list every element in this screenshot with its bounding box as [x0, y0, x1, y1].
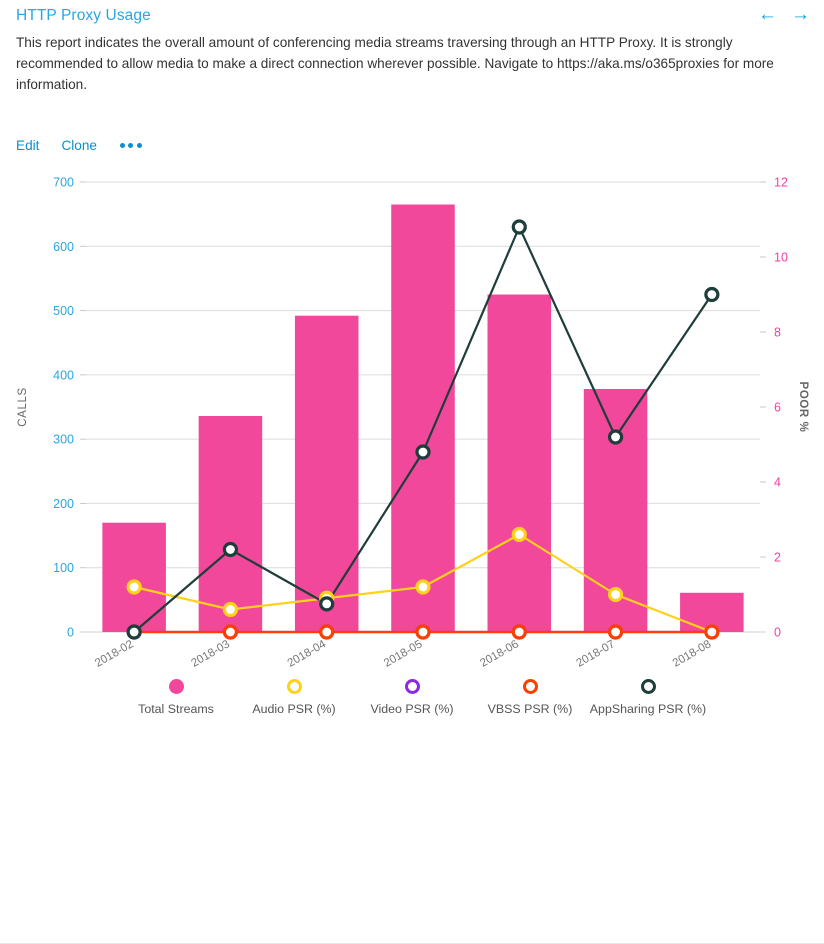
ring-circle-icon [640, 679, 656, 694]
page-title: HTTP Proxy Usage [16, 7, 151, 24]
data-point-marker[interactable] [607, 429, 624, 445]
data-point-marker[interactable] [415, 444, 431, 460]
bar[interactable] [487, 294, 552, 633]
legend-item-label: AppSharing PSR (%) [589, 702, 707, 716]
y2-axis-title: POOR % [797, 382, 809, 433]
data-point-marker[interactable] [607, 624, 624, 640]
y-axis-tick-label: 0 [67, 626, 74, 640]
data-point-marker[interactable] [222, 541, 239, 558]
edit-button[interactable]: Edit [16, 138, 39, 153]
data-point-marker[interactable] [511, 526, 527, 543]
legend-item-label: Total Streams [138, 702, 214, 716]
bar[interactable] [198, 416, 263, 632]
y-axis-tick-label: 300 [53, 433, 74, 447]
ellipsis-dot-icon [136, 142, 142, 148]
more-options-button[interactable] [119, 139, 143, 152]
legend-item[interactable]: Video PSR (%) [353, 679, 471, 716]
ring-circle-icon [404, 679, 420, 694]
data-point-marker[interactable] [415, 624, 431, 640]
legend-item-label: Video PSR (%) [370, 702, 454, 716]
ellipsis-dot-icon [128, 142, 134, 148]
bar[interactable] [391, 204, 455, 633]
bar[interactable] [102, 522, 166, 632]
bar[interactable] [294, 315, 359, 632]
x-axis-tick-label: 2018-06 [478, 638, 521, 670]
data-point-marker[interactable] [126, 579, 142, 595]
x-axis-tick-label: 2018-08 [671, 638, 714, 670]
data-point-marker[interactable] [704, 286, 720, 303]
y2-axis-tick-label: 0 [774, 626, 781, 640]
http-proxy-usage-combo-chart[interactable]: 0 100 200 300 400 500 600 700 0 2 4 6 8 10 12 CALLS POOR… [0, 171, 824, 671]
x-axis-tick-label: 2018-05 [382, 638, 425, 670]
report-description: This report indicates the overall amount… [16, 35, 774, 92]
report-header: ← → HTTP Proxy Usage This report indicat… [0, 0, 824, 95]
legend-item[interactable]: VBSS PSR (%) [471, 679, 589, 716]
forward-arrow-icon[interactable]: → [791, 5, 810, 24]
data-point-marker[interactable] [704, 624, 720, 640]
y2-axis-tick-label: 6 [774, 401, 781, 415]
data-point-marker[interactable] [222, 624, 239, 640]
data-point-marker[interactable] [319, 624, 335, 640]
legend-item-label: VBSS PSR (%) [487, 702, 573, 716]
y2-axis-tick-label: 12 [774, 176, 788, 190]
y2-axis-tick-label: 2 [774, 551, 781, 565]
y-axis-tick-label: 500 [53, 304, 74, 318]
filled-circle-icon [168, 679, 184, 694]
legend-item-label: Audio PSR (%) [252, 702, 336, 716]
y-axis-title: CALLS [17, 387, 29, 426]
legend-item[interactable]: Total Streams [117, 679, 235, 716]
http-proxy-usage-report: ← → HTTP Proxy Usage This report indicat… [0, 0, 824, 944]
data-point-marker[interactable] [415, 579, 431, 595]
legend-item[interactable]: AppSharing PSR (%) [589, 679, 707, 716]
data-point-marker[interactable] [126, 624, 142, 640]
y2-axis-tick-label: 8 [774, 326, 781, 340]
back-arrow-icon[interactable]: ← [758, 5, 777, 24]
x-axis-tick-label: 2018-02 [93, 638, 136, 670]
y-axis-tick-label: 700 [53, 176, 74, 190]
y-axis-tick-label: 100 [53, 561, 74, 575]
y-axis-tick-label: 600 [53, 240, 74, 254]
y2-axis-tick-label: 10 [774, 251, 788, 265]
data-point-marker[interactable] [511, 624, 527, 640]
y-axis-tick-label: 400 [53, 368, 74, 382]
legend-item[interactable]: Audio PSR (%) [235, 679, 353, 716]
y2-axis-tick-label: 4 [774, 476, 781, 490]
ellipsis-dot-icon [119, 142, 125, 148]
x-axis-tick-label: 2018-04 [286, 638, 329, 670]
data-point-marker[interactable] [511, 219, 527, 235]
data-point-marker[interactable] [222, 601, 239, 618]
chart-container: 0 100 200 300 400 500 600 700 0 2 4 6 8 10 12 CALLS POOR… [0, 171, 824, 944]
y-axis-tick-label: 200 [53, 497, 74, 511]
action-toolbar: Edit Clone [0, 133, 824, 157]
clone-button[interactable]: Clone [61, 138, 97, 153]
x-axis-tick-label: 2018-07 [575, 638, 618, 670]
data-point-marker[interactable] [319, 596, 335, 612]
x-axis-tick-label: 2018-03 [189, 638, 232, 670]
chart-legend: Total Streams Audio PSR (%) Video PSR (%) V… [0, 679, 824, 716]
ring-circle-icon [522, 679, 538, 694]
navigation-arrows: ← → [758, 5, 810, 24]
data-point-marker[interactable] [607, 586, 624, 603]
ring-circle-icon [286, 679, 302, 694]
